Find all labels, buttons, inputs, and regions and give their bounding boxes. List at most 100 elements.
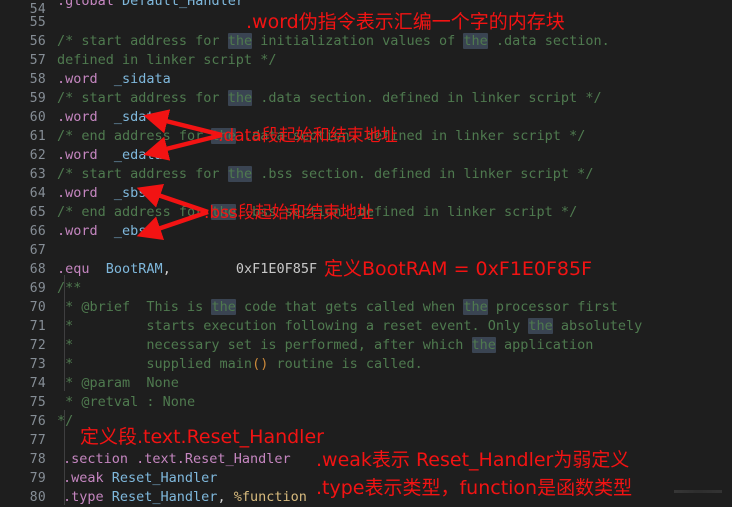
token-comment: .bss section. defined in linker script *… (252, 166, 594, 182)
line-number: 67 (29, 243, 46, 258)
token-directive: .word (57, 185, 98, 201)
line-number: 76 (29, 414, 46, 429)
token-symbol: Reset_Handler (103, 489, 218, 505)
code-line[interactable]: 59 /* start address for the .data sectio… (0, 89, 732, 108)
token-directive: .word (57, 71, 98, 87)
code-line[interactable]: 58 .word _sidata (0, 70, 732, 89)
line-content: defined in linker script */ (57, 51, 276, 70)
token-directive: .equ (57, 261, 90, 277)
code-line[interactable]: 73 * supplied main() routine is called. (0, 355, 732, 374)
token-comment: * @param None (57, 375, 179, 391)
search-match-the: the (227, 90, 253, 106)
code-line[interactable]: 56 /* start address for the initializati… (0, 32, 732, 51)
token-comment: absolutely (552, 318, 643, 334)
line-content: .type Reset_Handler, %function (63, 488, 307, 507)
search-match-the: the (463, 299, 488, 315)
token-directive: .word (57, 109, 98, 125)
code-line[interactable]: 74 * @param None (0, 374, 732, 393)
line-number: 69 (29, 281, 46, 296)
token-comment: * @retval : None (57, 394, 196, 410)
token-section-name: .text.Reset_Handler (128, 451, 291, 467)
line-content: .weak Reset_Handler (63, 469, 217, 488)
annotation-type-explain: .type表示类型，function是函数类型 (316, 477, 633, 499)
token-symbol (114, 0, 122, 9)
token-function-type: %function (225, 489, 307, 505)
token-symbol: _sbss (113, 185, 155, 201)
token-comment: /* end address for (57, 128, 212, 144)
line-number: 56 (29, 34, 46, 49)
token-comment: * supplied main (57, 356, 253, 372)
annotation-word-directive: .word伪指令表示汇编一个字的内存块 (246, 11, 565, 33)
search-match-the: the (528, 318, 553, 334)
line-number: 70 (29, 300, 46, 315)
token-symbol: _edata (113, 147, 163, 163)
line-content: .word _edata (57, 146, 163, 165)
token-directive: .section (63, 451, 129, 467)
line-number: 59 (29, 91, 46, 106)
line-number: 66 (29, 224, 46, 239)
code-line[interactable]: 63 /* start address for the .bss section… (0, 165, 732, 184)
line-number: 79 (29, 471, 46, 486)
line-number: 57 (29, 53, 46, 68)
line-number: 75 (29, 395, 46, 410)
token-comment: /* start address for (57, 166, 228, 182)
search-match-the: the (227, 166, 253, 182)
line-content: * @brief This is the code that gets call… (57, 298, 618, 317)
token-comment: code that gets called when (235, 299, 464, 315)
code-line[interactable]: 71 * starts execution following a reset … (0, 317, 732, 336)
line-number: 63 (29, 167, 46, 182)
line-number: 74 (29, 376, 46, 391)
token-comment: * starts execution following a reset eve… (57, 318, 529, 334)
line-number: 65 (29, 205, 46, 220)
token-comment: * @brief This is (57, 299, 212, 315)
line-content: * necessary set is performed, after whic… (57, 336, 593, 355)
token-symbol: Reset_Handler (103, 470, 218, 486)
line-content: * starts execution following a reset eve… (57, 317, 642, 336)
token-directive: .global (57, 0, 114, 9)
line-number: 73 (29, 357, 46, 372)
token-symbol: _sdata (113, 109, 163, 125)
line-number: 55 (29, 15, 46, 30)
line-number: 72 (29, 338, 46, 353)
token-symbol: _sidata (113, 71, 171, 87)
annotation-weak-explain: .weak表示 Reset_Handler为弱定义 (316, 449, 630, 471)
token-symbol: BootRAM (105, 261, 163, 277)
token-symbol: Default_Handler (122, 0, 244, 9)
code-line[interactable]: 70 * @brief This is the code that gets c… (0, 298, 732, 317)
token-comment: .data section. (487, 33, 610, 49)
line-number: 62 (29, 148, 46, 163)
code-line[interactable]: 62 .word _edata (0, 146, 732, 165)
code-line[interactable]: 66 .word _ebss (0, 222, 732, 241)
token-directive: .word (57, 147, 98, 163)
code-line[interactable]: 72 * necessary set is performed, after w… (0, 336, 732, 355)
token-comment: /* start address for (57, 90, 228, 106)
line-content: .word _ebss (57, 222, 155, 241)
line-content: /* start address for the .bss section. d… (57, 165, 593, 184)
token-comment: defined in linker script */ (57, 52, 277, 68)
token-comment: * necessary set is performed, after whic… (57, 337, 472, 353)
token-comma: , (162, 261, 171, 277)
code-line[interactable]: 75 * @retval : None (0, 393, 732, 412)
code-line[interactable]: 57 defined in linker script */ (0, 51, 732, 70)
minimap-indicator[interactable] (674, 490, 722, 493)
line-content: .equ BootRAM, 0xF1E0F85F (57, 260, 317, 279)
annotation-bss-section: .bss段起始和结束地址 (204, 203, 374, 223)
line-number: 71 (29, 319, 46, 334)
code-editor[interactable]: 54 .global Default_Handler 55 56 /* star… (0, 0, 732, 507)
line-content: /* start address for the initialization … (57, 32, 610, 51)
token-directive: .word (57, 223, 98, 239)
line-content: /** (57, 279, 81, 298)
token-comment: */ (57, 413, 74, 429)
line-content: /* start address for the .data section. … (57, 89, 602, 108)
code-line[interactable]: 69 /** (0, 279, 732, 298)
line-number: 77 (29, 433, 46, 448)
token-comment: /* start address for (57, 33, 228, 49)
token-directive: .type (63, 489, 104, 505)
search-match-the: the (211, 299, 236, 315)
